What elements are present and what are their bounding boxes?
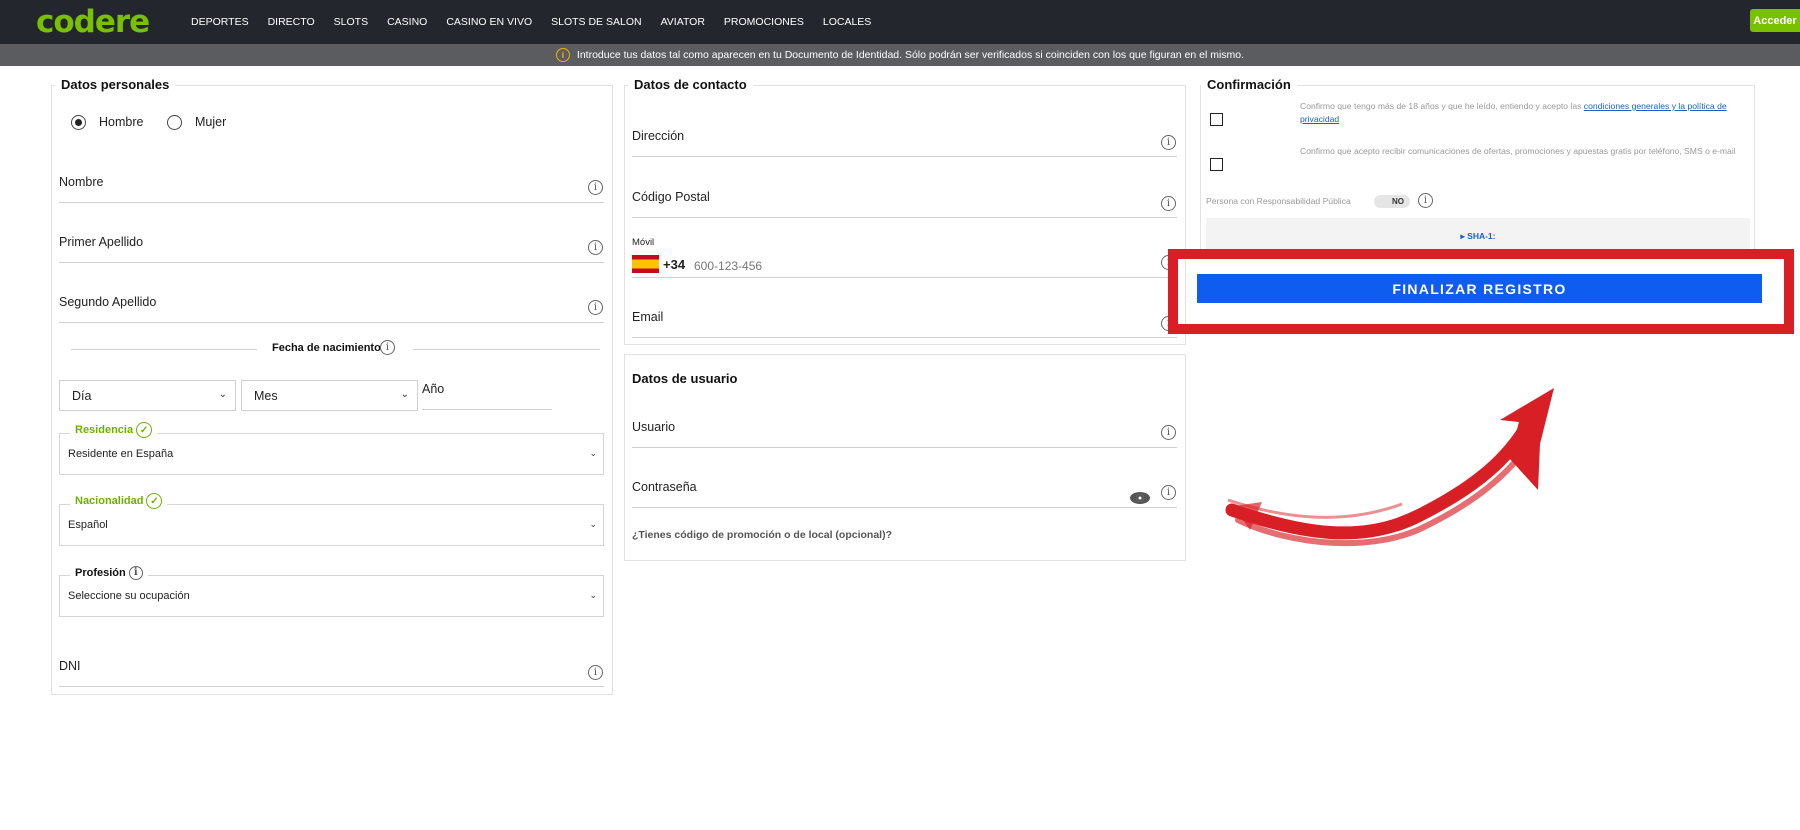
red-arrow-icon xyxy=(1225,388,1554,547)
gender-female-radio[interactable] xyxy=(167,115,182,130)
profesion-value: Seleccione su ocupación xyxy=(68,590,190,602)
phone-prefix[interactable]: +34 xyxy=(663,257,685,272)
divider xyxy=(413,349,600,350)
terms-checkbox[interactable] xyxy=(1210,113,1223,126)
terms-text: Confirmo que tengo más de 18 años y que … xyxy=(1300,100,1750,126)
contact-data-title: Datos de contacto xyxy=(628,77,753,92)
usuario-field[interactable]: Usuario i xyxy=(632,418,1177,448)
info-icon[interactable]: i xyxy=(1161,135,1176,150)
codere-logo[interactable]: codere xyxy=(36,4,150,40)
gender-male-radio[interactable] xyxy=(71,115,86,130)
usuario-label: Usuario xyxy=(632,420,676,434)
chevron-down-icon: ⌄ xyxy=(589,448,597,458)
nav-promociones[interactable]: PROMOCIONES xyxy=(724,16,804,28)
chevron-down-icon: ⌄ xyxy=(589,519,597,529)
red-highlight-box xyxy=(1168,249,1794,334)
pep-label: Persona con Responsabilidad Pública xyxy=(1206,196,1351,206)
residencia-value: Residente en España xyxy=(68,448,174,460)
nacionalidad-label: Nacionalidad xyxy=(75,495,144,507)
info-icon[interactable]: i xyxy=(588,240,603,255)
nacionalidad-legend: Nacionalidad ✓ xyxy=(70,493,168,509)
warning-icon: i xyxy=(555,48,570,62)
nombre-field[interactable]: Nombre i xyxy=(59,173,604,203)
sha-toggle[interactable]: ▸ SHA-1: xyxy=(1206,231,1750,242)
info-icon[interactable]: i xyxy=(128,566,143,580)
communications-text: Confirmo que acepto recibir comunicacion… xyxy=(1300,146,1736,156)
confirmation-title: Confirmación xyxy=(1201,77,1297,92)
info-icon[interactable]: i xyxy=(588,180,603,195)
direccion-label: Dirección xyxy=(632,129,685,143)
gender-female-label: Mujer xyxy=(195,115,227,129)
info-icon[interactable]: i xyxy=(588,300,603,315)
residencia-select[interactable]: Residente en España ⌄ xyxy=(59,433,604,475)
nombre-label: Nombre xyxy=(59,175,104,189)
birthdate-title: Fecha de nacimiento xyxy=(272,342,381,354)
phone-input-placeholder[interactable]: 600-123-456 xyxy=(694,259,762,273)
main-nav: DEPORTES DIRECTO SLOTS CASINO CASINO EN … xyxy=(191,0,890,44)
residencia-label: Residencia xyxy=(75,424,134,436)
day-select-value: Día xyxy=(72,389,92,403)
movil-label: Móvil xyxy=(632,237,655,248)
login-button[interactable]: Acceder xyxy=(1750,9,1800,32)
chevron-down-icon: ⌄ xyxy=(218,389,227,400)
day-select[interactable]: Día ⌄ xyxy=(59,380,236,411)
residencia-legend: Residencia ✓ xyxy=(70,422,158,438)
nav-aviator[interactable]: AVIATOR xyxy=(661,16,705,28)
spain-flag-icon[interactable] xyxy=(632,255,659,273)
pep-toggle[interactable]: NO xyxy=(1374,195,1410,208)
identity-notice-bar: i Introduce tus datos tal como aparecen … xyxy=(0,44,1800,66)
dni-field[interactable]: DNI i xyxy=(59,657,604,687)
codigo-postal-label: Código Postal xyxy=(632,190,710,204)
nacionalidad-value: Español xyxy=(68,519,108,531)
info-icon[interactable]: i xyxy=(1161,196,1176,211)
segundo-apellido-label: Segundo Apellido xyxy=(59,295,157,309)
check-circle-icon: ✓ xyxy=(136,422,153,438)
year-field[interactable]: Año xyxy=(422,380,552,410)
gender-male-label: Hombre xyxy=(99,115,144,129)
user-data-title: Datos de usuario xyxy=(626,371,744,386)
nav-slots-de-salon[interactable]: SLOTS DE SALON xyxy=(551,16,641,28)
email-field[interactable]: Email i xyxy=(632,308,1177,338)
top-navbar: codere DEPORTES DIRECTO SLOTS CASINO CAS… xyxy=(0,0,1800,44)
personal-data-title: Datos personales xyxy=(55,77,176,92)
email-label: Email xyxy=(632,310,664,324)
info-icon[interactable]: i xyxy=(1161,485,1176,500)
nav-directo[interactable]: DIRECTO xyxy=(268,16,315,28)
primer-apellido-label: Primer Apellido xyxy=(59,235,144,249)
month-select[interactable]: Mes ⌄ xyxy=(241,380,418,411)
promo-code-link[interactable]: ¿Tienes código de promoción o de local (… xyxy=(632,529,892,541)
month-select-value: Mes xyxy=(254,389,278,403)
nav-slots[interactable]: SLOTS xyxy=(334,16,368,28)
nav-deportes[interactable]: DEPORTES xyxy=(191,16,249,28)
profesion-legend: Profesión i xyxy=(70,566,148,580)
info-icon[interactable]: i xyxy=(1418,193,1433,208)
communications-checkbox[interactable] xyxy=(1210,158,1223,171)
check-circle-icon: ✓ xyxy=(146,493,163,509)
nav-casino[interactable]: CASINO xyxy=(387,16,427,28)
pep-toggle-label: NO xyxy=(1392,197,1404,206)
codigo-postal-field[interactable]: Código Postal i xyxy=(632,188,1177,218)
info-icon[interactable]: i xyxy=(588,665,603,680)
divider xyxy=(71,349,257,350)
year-label: Año xyxy=(422,382,445,396)
contrasena-label: Contraseña xyxy=(632,480,697,494)
primer-apellido-field[interactable]: Primer Apellido i xyxy=(59,233,604,263)
info-icon[interactable]: i xyxy=(380,340,395,355)
contrasena-field[interactable]: Contraseña i xyxy=(632,478,1177,508)
chevron-down-icon: ⌄ xyxy=(400,389,409,400)
notice-text: Introduce tus datos tal como aparecen en… xyxy=(576,49,1245,61)
chevron-down-icon: ⌄ xyxy=(589,590,597,600)
nav-locales[interactable]: LOCALES xyxy=(823,16,871,28)
profesion-label: Profesión xyxy=(75,567,126,579)
terms-text-body: Confirmo que tengo más de 18 años y que … xyxy=(1300,101,1584,111)
segundo-apellido-field[interactable]: Segundo Apellido i xyxy=(59,293,604,323)
profesion-select[interactable]: Seleccione su ocupación ⌄ xyxy=(59,575,604,617)
info-icon[interactable]: i xyxy=(1161,425,1176,440)
registration-page: codere DEPORTES DIRECTO SLOTS CASINO CAS… xyxy=(0,0,1800,830)
nav-casino-en-vivo[interactable]: CASINO EN VIVO xyxy=(446,16,532,28)
direccion-field[interactable]: Dirección i xyxy=(632,127,1177,157)
nacionalidad-select[interactable]: Español ⌄ xyxy=(59,504,604,546)
dni-label: DNI xyxy=(59,659,81,673)
eye-icon[interactable] xyxy=(1130,492,1150,504)
